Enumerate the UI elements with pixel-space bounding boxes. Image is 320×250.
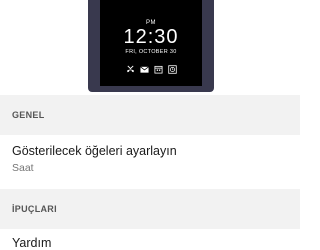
always-on-display-preview: PM 12:30 FRI, OCTOBER 30 — [0, 0, 300, 95]
row-subtitle: Saat — [12, 162, 34, 174]
section-header-general: GENEL — [0, 95, 300, 135]
set-items-to-show-row[interactable]: Gösterilecek öğeleri ayarlayın Saat — [0, 135, 300, 185]
email-icon — [139, 65, 149, 74]
row-title: Yardım — [12, 236, 52, 250]
help-row[interactable]: Yardım — [0, 229, 300, 250]
preview-notification-icons — [100, 65, 202, 74]
section-header-label: İPUÇLARI — [12, 204, 57, 214]
alarm-icon — [167, 65, 177, 74]
preview-time: 12:30 — [123, 26, 179, 48]
calendar-icon — [153, 65, 163, 74]
preview-date: FRI, OCTOBER 30 — [125, 49, 177, 55]
row-title: Gösterilecek öğeleri ayarlayın — [12, 144, 177, 158]
section-header-tips: İPUÇLARI — [0, 189, 300, 229]
section-header-label: GENEL — [12, 110, 45, 120]
preview-screen: PM 12:30 FRI, OCTOBER 30 — [100, 0, 202, 86]
missed-call-icon — [126, 65, 135, 74]
